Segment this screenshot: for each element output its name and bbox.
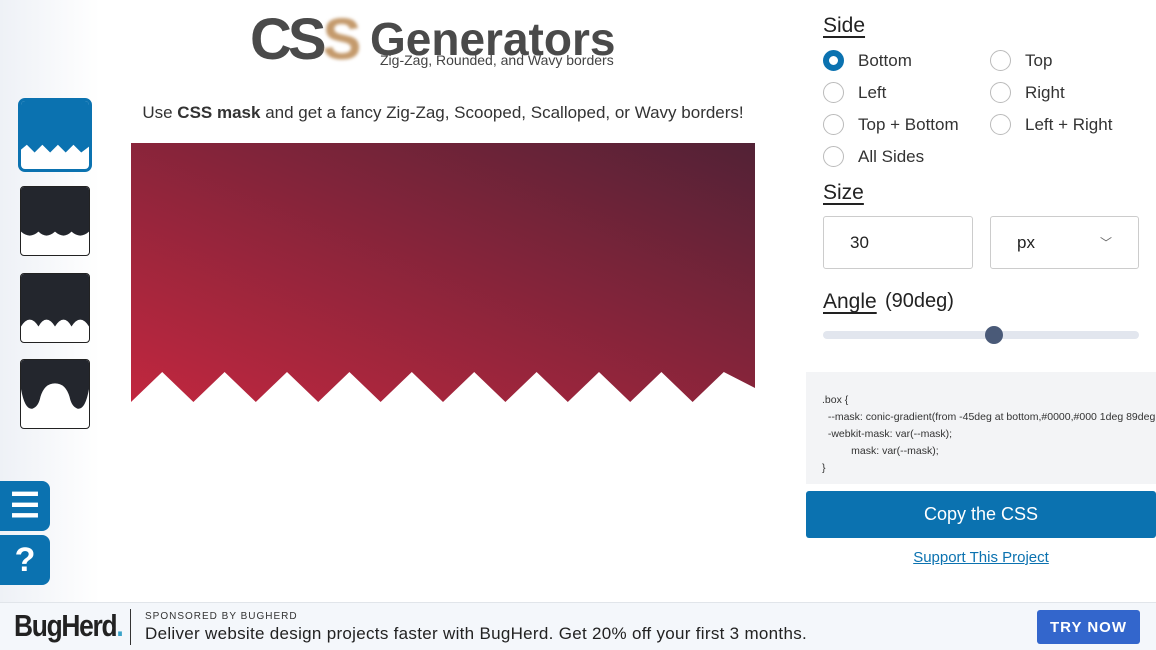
bugherd-logo: BugHerd. — [14, 608, 124, 643]
help-button[interactable]: ? — [0, 535, 50, 585]
radio-label: Top + Bottom — [858, 114, 959, 134]
copy-css-button[interactable]: Copy the CSS — [806, 491, 1156, 538]
radio-circle[interactable] — [823, 146, 844, 167]
radio-label: Left + Right — [1025, 114, 1113, 134]
radio-circle[interactable] — [823, 82, 844, 103]
code-line: } — [822, 462, 826, 474]
unit-select[interactable]: px ﹀ — [990, 216, 1139, 269]
logo: CSS Generators Zig-Zag, Rounded, and Wav… — [250, 7, 616, 72]
code-line: --mask: conic-gradient(from -45deg at bo… — [827, 411, 1156, 423]
radio-label: All Sides — [858, 146, 925, 166]
settings-panel: Side Bottom Top Left Right Top + Bottom Left … — [806, 0, 1156, 372]
angle-value: (90deg) — [885, 290, 954, 312]
code-line: .box { — [822, 394, 849, 406]
side-option-left-right[interactable]: Left + Right — [990, 114, 1112, 135]
size-heading: Size — [823, 181, 864, 204]
menu-button[interactable]: ☰ — [0, 481, 50, 531]
question-icon: ? — [14, 540, 36, 579]
angle-heading: Angle — [823, 290, 877, 313]
code-line: -webkit-mask: var(--mask); — [822, 428, 953, 440]
divider — [130, 609, 131, 645]
side-option-top[interactable]: Top — [990, 50, 1052, 71]
logo-tagline: Zig-Zag, Rounded, and Wavy borders — [380, 52, 614, 68]
radio-circle[interactable] — [990, 82, 1011, 103]
radio-circle[interactable] — [990, 50, 1011, 71]
side-option-top-bottom[interactable]: Top + Bottom — [823, 114, 959, 135]
shape-rounded-button[interactable] — [20, 186, 90, 256]
css-code: .box { --mask: conic-gradient(from -45de… — [806, 372, 1156, 484]
side-heading: Side — [823, 14, 866, 37]
radio-label: Top — [1025, 50, 1053, 70]
ad-sponsor: SPONSORED BY BUGHERD — [145, 611, 298, 622]
try-now-button[interactable]: TRY NOW — [1037, 610, 1140, 644]
hamburger-icon: ☰ — [9, 487, 41, 525]
radio-label: Bottom — [858, 50, 912, 70]
side-option-right[interactable]: Right — [990, 82, 1065, 103]
intro-text: Use CSS mask and get a fancy Zig-Zag, Sc… — [142, 103, 744, 122]
slider-handle[interactable] — [984, 326, 1003, 344]
ad-message[interactable]: Deliver website design projects faster w… — [145, 624, 807, 644]
support-link[interactable]: Support This Project — [806, 549, 1156, 566]
shape-wavy-button[interactable] — [20, 359, 90, 429]
radio-circle[interactable] — [823, 114, 844, 135]
side-option-bottom[interactable]: Bottom — [823, 50, 912, 71]
code-line: mask: var(--mask); — [822, 445, 939, 457]
size-input[interactable]: 30 — [823, 216, 973, 269]
radio-label: Right — [1025, 82, 1065, 102]
side-option-left[interactable]: Left — [823, 82, 886, 103]
side-option-all-sides[interactable]: All Sides — [823, 146, 924, 167]
ad-banner: BugHerd. SPONSORED BY BUGHERD Deliver we… — [0, 602, 1156, 650]
radio-circle[interactable] — [990, 114, 1011, 135]
chevron-down-icon: ﹀ — [1099, 236, 1112, 250]
angle-slider[interactable] — [823, 326, 1139, 344]
shape-zigzag-button[interactable] — [18, 98, 92, 172]
shape-scalloped-button[interactable] — [20, 273, 90, 343]
radio-label: Left — [858, 82, 887, 102]
radio-circle[interactable] — [823, 50, 844, 71]
preview-box — [131, 143, 755, 402]
